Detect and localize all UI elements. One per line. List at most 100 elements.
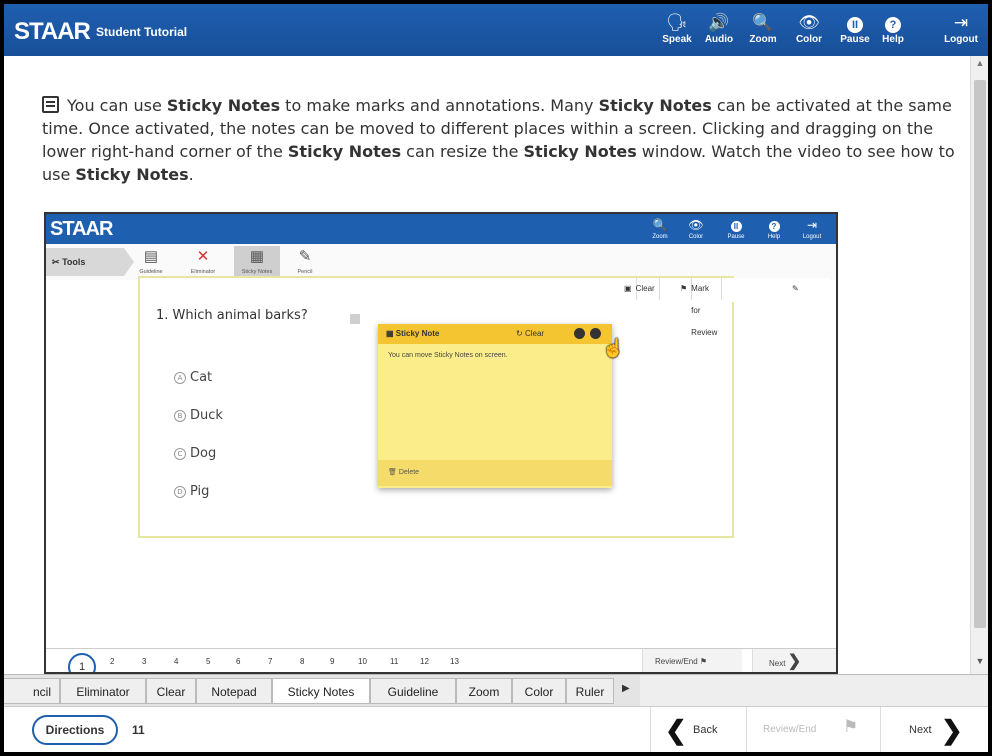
video-help-button: ? Help — [760, 217, 788, 241]
nav-strip — [640, 674, 988, 706]
trash-icon: 🗑 — [388, 469, 397, 476]
tool-tabs-bar: ncil Eliminator Clear Notepad Sticky Not… — [4, 674, 640, 706]
question-number: 11 — [132, 723, 145, 737]
video-page-current: 1 — [68, 653, 96, 672]
tab-sticky-notes[interactable]: Sticky Notes — [272, 678, 370, 704]
edit-icon: ✎ — [792, 284, 799, 293]
color-label: Color — [795, 34, 823, 45]
intro-bold: Sticky Notes — [287, 142, 402, 161]
video-color-label: Color — [688, 234, 704, 240]
audio-icon: 🔊 — [708, 13, 730, 32]
back-button[interactable]: ❮ Back — [650, 707, 736, 752]
intro-bold: Sticky Notes — [523, 142, 637, 161]
tab-color[interactable]: Color — [512, 678, 566, 704]
answer-option: D Pig — [174, 484, 209, 499]
option-text: Dog — [190, 446, 217, 461]
video-mark-review-tool: ⚑ Mark for Review — [676, 278, 723, 337]
video-page-number: 3 — [142, 657, 147, 666]
page-title: Student Tutorial — [96, 25, 188, 39]
speak-button[interactable]: 🗣 Speak — [658, 12, 696, 52]
intro-bold: Sticky Notes — [598, 96, 712, 115]
chevron-right-icon: ❯ — [941, 715, 963, 745]
pause-icon: II — [836, 12, 874, 34]
question-marker-icon — [350, 314, 360, 324]
video-tool-label: Eliminator — [190, 269, 216, 275]
video-page-number: 4 — [174, 657, 179, 666]
scroll-down-arrow-icon[interactable]: ▼ — [971, 656, 988, 670]
video-tool-label: Sticky Notes — [241, 269, 273, 275]
video-tools-tab: ✂ Tools — [46, 248, 134, 276]
video-logout-label: Logout — [802, 234, 822, 240]
help-button[interactable]: ? Help — [874, 12, 912, 52]
video-next-button: Next ❯ — [752, 649, 836, 672]
logout-button[interactable]: ⇥ Logout — [942, 12, 980, 52]
scroll-up-arrow-icon[interactable]: ▲ — [971, 58, 988, 72]
color-button[interactable]: 👁 Color — [790, 12, 828, 52]
tab-pencil[interactable]: ncil — [4, 678, 60, 704]
audio-button[interactable]: 🔊 Audio — [700, 12, 738, 52]
video-page-number: 11 — [390, 657, 399, 666]
option-letter: A — [174, 372, 186, 384]
bottom-bar: Directions 11 ❮ Back Review/End ⚑ Next ❯ — [4, 706, 988, 752]
video-tool-eliminator: ✕ Eliminator — [180, 246, 226, 278]
help-icon: ? — [874, 12, 912, 34]
directions-button[interactable]: Directions — [32, 715, 118, 745]
logout-label: Logout — [944, 34, 978, 45]
eye-icon: 👁 — [798, 13, 820, 32]
video-tool-sticky-notes: ▦ Sticky Notes — [234, 246, 280, 278]
option-text: Cat — [190, 370, 213, 385]
pause-button[interactable]: II Pause — [836, 12, 874, 52]
answer-option: B Duck — [174, 408, 223, 423]
notepad-icon — [42, 96, 59, 113]
sticky-note-title-text: Sticky Note — [395, 329, 440, 338]
option-text: Pig — [190, 484, 210, 499]
zoom-icon: 🔍 — [752, 13, 774, 32]
video-page-number: 7 — [268, 657, 273, 666]
tab-guideline[interactable]: Guideline — [370, 678, 456, 704]
speak-icon: 🗣 — [666, 13, 688, 32]
staar-logo: STAAR — [14, 18, 91, 45]
intro-bold: Sticky Notes — [75, 165, 189, 184]
video-color-button: 👁 Color — [682, 217, 710, 241]
tab-eliminator[interactable]: Eliminator — [60, 678, 146, 704]
review-end-button[interactable]: Review/End ⚑ — [746, 707, 870, 752]
tab-notepad[interactable]: Notepad — [196, 678, 272, 704]
header-bar: STAAR Student Tutorial 🗣 Speak 🔊 Audio 🔍… — [4, 4, 988, 56]
video-page-number: 9 — [330, 657, 335, 666]
tab-clear[interactable]: Clear — [146, 678, 196, 704]
pause-label: Pause — [840, 34, 870, 45]
video-tool-pencil: ✎ Pencil — [282, 246, 328, 278]
sticky-note-footer: 🗑 Delete — [378, 460, 612, 486]
option-letter: D — [174, 486, 186, 498]
next-label: Next — [909, 724, 932, 736]
answer-option: A Cat — [174, 370, 212, 385]
tab-zoom[interactable]: Zoom — [456, 678, 512, 704]
question-text: 1. Which animal barks? — [156, 308, 308, 323]
answer-option: C Dog — [174, 446, 216, 461]
help-label: Help — [882, 34, 904, 45]
zoom-button[interactable]: 🔍 Zoom — [744, 12, 782, 52]
option-letter: B — [174, 410, 186, 422]
sticky-note-window: ▦ Sticky Note ↻ Clear You can move Stick… — [378, 324, 612, 488]
video-zoom-label: Zoom — [652, 234, 668, 240]
chevron-right-icon: ❯ — [787, 653, 802, 670]
zoom-icon: 🔍 — [652, 218, 668, 232]
next-button[interactable]: Next ❯ — [880, 707, 988, 752]
review-end-label: Review/End — [763, 724, 817, 735]
video-page-number: 5 — [206, 657, 211, 666]
tab-ruler[interactable]: Ruler — [566, 678, 614, 704]
tutorial-video[interactable]: STAAR 🔍 Zoom 👁 Color II Pause ? Help ⇥ L… — [44, 212, 838, 674]
sticky-clear-label: Clear — [524, 329, 545, 338]
video-tools-label: Tools — [62, 257, 86, 267]
intro-text: to make marks and annotations. Many — [280, 96, 599, 115]
guideline-icon: ▤ — [143, 248, 159, 265]
video-zoom-button: 🔍 Zoom — [646, 217, 674, 241]
chevron-left-icon: ❮ — [665, 715, 687, 745]
video-logout-button: ⇥ Logout — [798, 217, 826, 241]
option-text: Duck — [190, 408, 223, 423]
tabs-scroll-right-icon[interactable]: ▶ — [622, 683, 630, 694]
pause-icon: II — [722, 217, 750, 233]
video-question-nav: 1 2 3 4 5 6 7 8 9 10 11 12 13 Review/End… — [46, 648, 836, 672]
scroll-thumb[interactable] — [974, 80, 986, 628]
vertical-scrollbar[interactable]: ▲ ▼ — [970, 56, 988, 674]
